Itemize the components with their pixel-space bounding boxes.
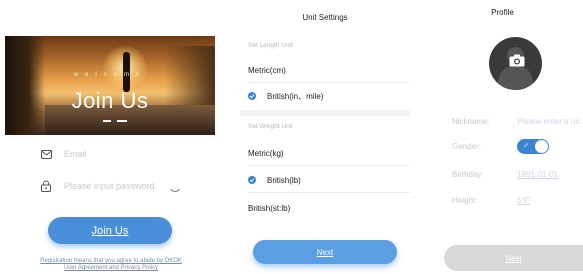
hero-divider [117,120,127,122]
length-section-label: Set Length Unit [248,42,293,49]
gender-toggle[interactable]: ♂ [517,138,549,154]
checkmark-icon [248,92,256,100]
unit-settings-screen: Unit Settings Set Length Unit Metric(cm)… [240,0,410,274]
hero-title: Join Us [71,88,149,113]
password-field[interactable]: Please input password [40,178,180,194]
mail-icon [40,148,52,160]
gender-row: Gender: ♂ [452,138,583,154]
option-label: British(lb) [267,175,301,185]
option-metric-kg[interactable]: Metric(kg) [248,144,410,162]
height-row[interactable]: Height: 5'6" [452,193,583,207]
hero-divider [103,120,111,122]
join-us-screen: welcome Join Us Email Please input passw… [0,0,222,274]
page-title: Unit Settings [302,13,348,22]
next-button[interactable]: Next [253,240,397,264]
gender-label: Gender: [452,141,481,151]
join-us-button[interactable]: Join Us [48,217,172,244]
birthday-label: Birthday: [452,169,484,179]
terms-text[interactable]: Registration means that you agree to abi… [0,258,222,272]
height-value[interactable]: 5'6" [517,196,530,205]
weight-section-label: Set Weight Unit [248,123,294,130]
option-label: Metric(kg) [248,148,284,158]
nickname-input[interactable]: Please enter a nic [517,117,581,126]
birthday-row[interactable]: Birthday: 1991-01-01 [452,167,583,181]
page-title: Profile [491,8,514,17]
welcome-text: welcome [73,72,147,78]
eye-closed-icon[interactable] [170,181,180,199]
terms-line-2[interactable]: User Agreement and Privacy Policy [0,265,222,272]
option-label: Metric(cm) [248,65,286,75]
nickname-label: Nickname: [452,116,490,126]
option-british-st-lb[interactable]: British(st:lb) [248,199,410,217]
option-label: British(in、mile) [267,91,324,101]
password-placeholder: Please input password [64,181,155,191]
camera-icon[interactable] [509,54,525,67]
email-placeholder: Email [64,149,87,159]
option-british-lb[interactable]: British(lb) [248,171,410,189]
nickname-row[interactable]: Nickname: Please enter a nic [452,114,583,128]
checkmark-icon [248,176,256,184]
hero-banner: welcome Join Us [5,36,215,135]
profile-screen: Profile Nickname: Please enter a nic Gen… [430,0,583,274]
lock-icon [40,180,52,192]
next-button[interactable]: Next [444,245,583,271]
option-metric-cm[interactable]: Metric(cm) [248,61,410,79]
option-british-in-mile[interactable]: British(in、mile) [248,87,410,105]
male-icon: ♂ [523,140,529,150]
height-label: Height: [452,195,478,205]
terms-line-1[interactable]: Registration means that you agree to abi… [0,258,222,265]
option-label: British(st:lb) [248,203,291,213]
email-field[interactable]: Email [40,146,180,162]
birthday-value[interactable]: 1991-01-01 [517,170,558,179]
